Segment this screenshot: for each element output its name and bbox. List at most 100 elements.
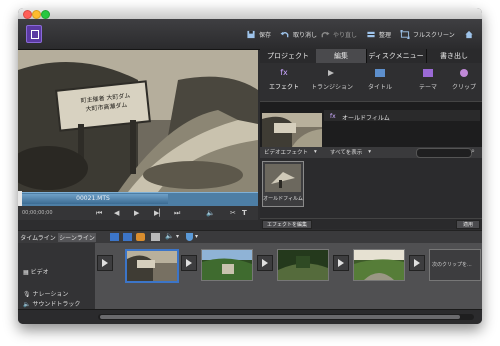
scene-clip[interactable] [125, 249, 179, 283]
sceneline-transition-slot[interactable] [97, 255, 113, 271]
chevron-down-icon[interactable]: ▾ [195, 233, 198, 240]
save-button[interactable]: 保存 [246, 27, 271, 41]
step-forward-button[interactable]: ▶▏ [154, 209, 165, 217]
main-toolbar: 保存 取り消し やり直し 整理 フルスクリーン [18, 19, 482, 50]
clip-filename: 00021.MTS [76, 195, 110, 202]
home-icon [465, 30, 473, 38]
subtab-titles[interactable]: タイトル [356, 66, 404, 91]
undo-icon [280, 31, 289, 37]
titles-icon [375, 69, 385, 77]
timeline-toolbar: タイムライン シーンライン 🔈 ▾ ▾ [18, 230, 482, 244]
title-tool-icon[interactable]: T [242, 209, 247, 217]
shield-marker-icon[interactable] [186, 233, 193, 241]
monitor-icon[interactable] [151, 233, 160, 241]
redo-button[interactable]: やり直し [320, 27, 357, 41]
effect-filter-bar: ビデオエフェクト ▾ すべてを表示 ▾ ⌕ [260, 147, 482, 158]
next-clip-drop-zone[interactable]: 次のクリップを... [429, 249, 481, 281]
apply-effect-button[interactable]: 適用 [456, 220, 480, 229]
playhead-handle[interactable] [18, 191, 22, 207]
subtab-transitions[interactable]: トランジション [308, 66, 356, 91]
preview-frame-image [18, 50, 258, 192]
chevron-down-icon: ▾ [368, 149, 372, 155]
go-to-start-button[interactable]: ⏮ [96, 209, 102, 218]
tab-disc-menu[interactable]: ディスクメニュー [366, 49, 427, 63]
speaker-icon: 🔈 [23, 301, 31, 308]
organize-button[interactable]: 整理 [366, 27, 391, 41]
edit-subtabs: fx エフェクト トランジション タイトル テーマ クリップ [260, 63, 482, 101]
preview-monitor: 町主催者 大町ダム 大町市高瀬ダム [18, 50, 258, 192]
fullscreen-button[interactable]: フルスクリーン [400, 27, 455, 41]
home-button[interactable] [464, 27, 477, 41]
edit-effect-button[interactable]: エフェクトを編集 [262, 220, 312, 229]
undo-button[interactable]: 取り消し [280, 27, 317, 41]
scene-clip-thumbnail [354, 250, 404, 280]
smart-fix-icon[interactable] [110, 233, 119, 241]
subtab-clip-art[interactable]: クリップ [446, 66, 482, 91]
effects-gallery: オールドフィルム [260, 158, 482, 218]
chevron-down-icon[interactable]: ▾ [176, 233, 179, 240]
tab-timeline[interactable]: タイムライン [20, 233, 56, 242]
play-button[interactable]: ▶ [134, 209, 139, 217]
effects-icon: fx [280, 68, 288, 77]
scene-clip[interactable] [353, 249, 405, 281]
subtab-effects[interactable]: fx エフェクト [260, 66, 308, 91]
timeline-scrollbar[interactable] [18, 309, 482, 324]
show-all-dropdown-label: すべてを表示 [330, 150, 363, 156]
show-all-dropdown[interactable]: すべてを表示 ▾ [330, 148, 371, 156]
clip-timebar[interactable]: 00021.MTS [18, 191, 258, 207]
split-clip-icon[interactable]: ✂ [230, 209, 236, 217]
zoom-window-button[interactable] [41, 10, 50, 19]
scene-clip[interactable] [277, 249, 329, 281]
volume-icon[interactable]: 🔈 [206, 209, 215, 217]
track-soundtrack[interactable]: 🔈 サウンドトラック [23, 299, 80, 308]
track-narration[interactable]: 🎙 ナレーション [23, 289, 68, 298]
search-icon[interactable]: ⌕ [471, 147, 475, 156]
go-to-end-button[interactable]: ⏭ [174, 209, 180, 218]
save-label: 保存 [259, 31, 272, 39]
effect-action-bar: エフェクトを編集 適用 [260, 218, 482, 229]
scrollbar-thumb[interactable] [100, 315, 460, 319]
subtab-themes-label: テーマ [418, 84, 437, 91]
tab-edit[interactable]: 編集 [316, 49, 367, 63]
save-icon [247, 30, 255, 38]
sceneline-transition-slot[interactable] [181, 255, 197, 271]
close-window-button[interactable] [23, 10, 32, 19]
applied-effect-row[interactable] [324, 110, 480, 121]
sceneline-area: 次のクリップを... [95, 243, 482, 309]
old-film-thumbnail [265, 164, 301, 192]
tab-share[interactable]: 書き出し [426, 49, 482, 63]
tab-project[interactable]: プロジェクト [260, 49, 317, 63]
applied-effect-panel: fx オールドフィルム [260, 101, 482, 148]
step-back-button[interactable]: ◀ [114, 209, 119, 217]
marker-icon[interactable] [136, 233, 145, 241]
subtab-titles-label: タイトル [367, 84, 392, 91]
sceneline-transition-slot[interactable] [257, 255, 273, 271]
playback-controls: 00;00;00;00 ⏮ ◀ ▶ ▶▏ ⏭ 🔈 ✂ T [18, 206, 258, 220]
track-view-icon[interactable] [123, 233, 132, 241]
video-effects-dropdown[interactable]: ビデオエフェクト ▾ [264, 148, 317, 156]
track-video[interactable]: ▦ ビデオ [23, 267, 49, 276]
panel-tabs: プロジェクト 編集 ディスクメニュー 書き出し [260, 49, 482, 63]
timecode-display: 00;00;00;00 [22, 210, 53, 216]
edit-effect-button-label: エフェクトを編集 [266, 222, 307, 228]
scene-clip[interactable] [201, 249, 253, 281]
effect-gallery-item[interactable]: オールドフィルム [262, 161, 304, 207]
organize-label: 整理 [379, 31, 392, 39]
apply-effect-button-label: 適用 [462, 222, 473, 228]
undo-label: 取り消し [293, 31, 318, 39]
scene-clip-thumbnail [127, 251, 177, 281]
chevron-down-icon: ▾ [314, 149, 317, 155]
audio-mixer-icon[interactable]: 🔈 [165, 232, 174, 240]
minimize-window-button[interactable] [32, 10, 41, 19]
subtab-themes[interactable]: テーマ [404, 66, 452, 91]
redo-label: やり直し [333, 31, 358, 39]
sceneline-transition-slot[interactable] [333, 255, 349, 271]
track-headers: ▦ ビデオ 🎙 ナレーション 🔈 サウンドトラック [18, 243, 95, 309]
fullscreen-icon [400, 29, 410, 39]
effect-search-input[interactable] [416, 148, 472, 158]
sceneline-transition-slot[interactable] [409, 255, 425, 271]
scene-clip-thumbnail [278, 250, 328, 280]
app-logo-icon [26, 25, 42, 43]
subtab-effects-label: エフェクト [268, 84, 299, 91]
tab-sceneline[interactable]: シーンライン [58, 233, 96, 242]
